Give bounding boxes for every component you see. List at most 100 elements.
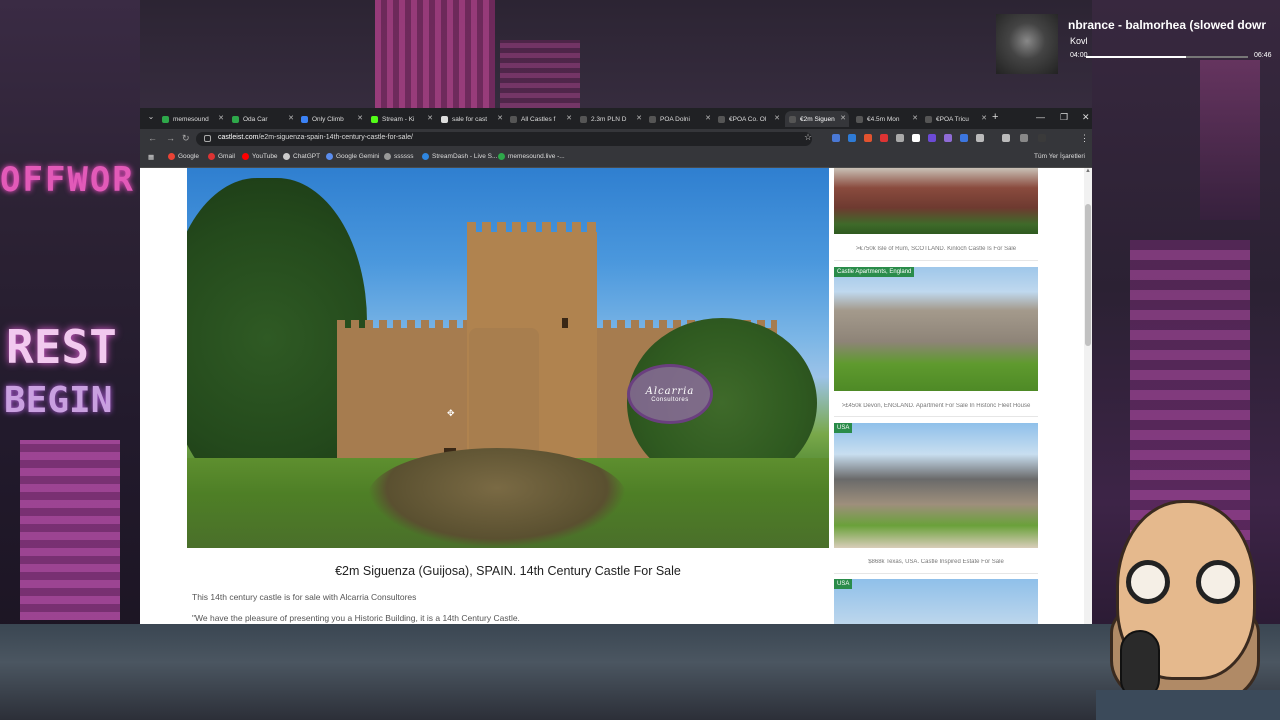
bookmark-ssssss[interactable]: ssssss xyxy=(384,153,414,160)
browser-tab[interactable]: Stream - Ki ✕ xyxy=(371,111,433,127)
url-host: castleist.com xyxy=(218,134,259,141)
reload-icon[interactable]: ↻ xyxy=(182,133,190,144)
tab-label: Only Climb xyxy=(312,115,344,123)
menu-kebab-icon[interactable]: ⋮ xyxy=(1080,133,1089,144)
close-tab-icon[interactable]: ✕ xyxy=(774,114,780,122)
bookmark-gemini[interactable]: Google Gemini xyxy=(326,153,379,160)
tab-search-icon[interactable]: ⌄ xyxy=(144,112,158,124)
listing-thumbnail[interactable] xyxy=(834,423,1038,548)
extensions-puzzle-icon[interactable] xyxy=(976,134,984,142)
bookmark-label: Google xyxy=(178,153,199,160)
tab-label: POA Dolni xyxy=(660,115,690,123)
now-playing-widget: nbrance - balmorhea (slowed dowr Kovl 04… xyxy=(996,14,1280,74)
extension-icon[interactable] xyxy=(864,134,872,142)
page-scrollbar[interactable]: ▲ xyxy=(1084,168,1092,624)
extension-icon[interactable] xyxy=(896,134,904,142)
close-tab-icon[interactable]: ✕ xyxy=(566,114,572,122)
scroll-up-icon[interactable]: ▲ xyxy=(1084,168,1092,176)
back-icon[interactable]: ← xyxy=(148,133,157,143)
browser-tab[interactable]: €4.5m Mon ✕ xyxy=(856,111,918,127)
tab-favicon xyxy=(580,115,587,123)
tab-label: All Castles f xyxy=(521,115,556,123)
site-info-icon[interactable] xyxy=(204,135,211,142)
close-tab-icon[interactable]: ✕ xyxy=(912,114,918,122)
address-bar[interactable]: castleist.com/e2m-siguenza-spain-14th-ce… xyxy=(196,132,812,146)
watermark-subtext: Consultores xyxy=(651,396,689,403)
bookmark-memesound[interactable]: memesound.live -... xyxy=(498,153,565,160)
listing-thumbnail[interactable] xyxy=(834,267,1038,391)
bookmark-google[interactable]: Google xyxy=(168,153,199,160)
background-neon-panel xyxy=(20,440,120,620)
minimize-icon[interactable]: — xyxy=(1036,112,1045,122)
bookmark-gmail[interactable]: Gmail xyxy=(208,153,235,160)
maximize-icon[interactable]: ❐ xyxy=(1060,112,1068,123)
listing-caption[interactable]: >£450k Devon, ENGLAND. Apartment For Sal… xyxy=(834,403,1038,409)
extension-icon[interactable] xyxy=(944,134,952,142)
all-bookmarks-folder[interactable]: Tüm Yer İşaretleri xyxy=(1034,153,1085,160)
listing-card[interactable]: >€750k Isle of Rum, SCOTLAND. Kinloch Ca… xyxy=(834,168,1038,258)
bookmark-youtube[interactable]: YouTube xyxy=(242,153,278,160)
extension-icon[interactable] xyxy=(848,134,856,142)
bookmark-chatgpt[interactable]: ChatGPT xyxy=(283,153,320,160)
browser-tab-active[interactable]: €2m Siguen ✕ xyxy=(785,111,849,127)
downloads-icon[interactable] xyxy=(1020,134,1028,142)
extension-icon[interactable] xyxy=(832,134,840,142)
profile-avatar[interactable] xyxy=(1038,134,1046,142)
close-tab-icon[interactable]: ✕ xyxy=(427,114,433,122)
tab-favicon xyxy=(718,115,725,123)
listing-caption[interactable]: $868k Texas, USA. Castle Inspired Estate… xyxy=(834,559,1038,565)
close-tab-icon[interactable]: ✕ xyxy=(840,114,846,122)
tab-favicon xyxy=(856,115,863,123)
tab-label: €2m Siguen xyxy=(800,115,835,123)
close-tab-icon[interactable]: ✕ xyxy=(497,114,503,122)
listing-card[interactable]: USA $868k Texas, USA. Castle Inspired Es… xyxy=(834,423,1038,573)
browser-tab[interactable]: All Castles f ✕ xyxy=(510,111,572,127)
extension-icon[interactable] xyxy=(880,134,888,142)
listing-thumbnail[interactable] xyxy=(834,168,1038,234)
close-tab-icon[interactable]: ✕ xyxy=(218,114,224,122)
browser-tab[interactable]: POA Dolni ✕ xyxy=(649,111,711,127)
track-time-total: 06:46 xyxy=(1254,52,1272,59)
browser-tab[interactable]: €POA Tricu ✕ xyxy=(925,111,987,127)
close-window-icon[interactable]: ✕ xyxy=(1082,112,1090,123)
watermark-text: Alcarria xyxy=(645,385,695,397)
bookmark-star-icon[interactable]: ☆ xyxy=(804,132,812,143)
extension-icon[interactable] xyxy=(960,134,968,142)
listing-card[interactable]: USA xyxy=(834,579,1038,624)
stream-background-bottom xyxy=(0,624,1280,720)
memesound-icon xyxy=(498,153,505,160)
tab-favicon xyxy=(925,115,932,123)
bookmark-streamdash[interactable]: StreamDash - Live S... xyxy=(422,153,497,160)
listing-tag: USA xyxy=(834,423,853,433)
listing-caption[interactable]: >€750k Isle of Rum, SCOTLAND. Kinloch Ca… xyxy=(834,246,1038,252)
bookmark-label: ChatGPT xyxy=(293,153,321,160)
close-tab-icon[interactable]: ✕ xyxy=(288,114,294,122)
browser-tab[interactable]: Only Climb ✕ xyxy=(301,111,363,127)
close-tab-icon[interactable]: ✕ xyxy=(357,114,363,122)
browser-tab[interactable]: sale for cast ✕ xyxy=(441,111,503,127)
browser-tab[interactable]: Oda Car ✕ xyxy=(232,111,294,127)
background-building xyxy=(1200,60,1260,220)
castle-hero-image[interactable]: Alcarria Consultores ✥ xyxy=(187,168,829,548)
forward-icon[interactable]: → xyxy=(166,133,175,143)
close-tab-icon[interactable]: ✕ xyxy=(636,114,642,122)
avatar-glasses xyxy=(1196,560,1240,604)
browser-tab[interactable]: 2.3m PLN D ✕ xyxy=(580,111,642,127)
track-progress-fill xyxy=(1086,56,1187,58)
scrollbar-thumb[interactable] xyxy=(1085,204,1091,346)
extension-icon[interactable] xyxy=(928,134,936,142)
side-panel-icon[interactable] xyxy=(1002,134,1010,142)
browser-tab[interactable]: €POA Co. Ol ✕ xyxy=(718,111,780,127)
new-tab-button[interactable]: + xyxy=(992,111,998,123)
listing-card[interactable]: Castle Apartments, England >£450k Devon,… xyxy=(834,267,1038,417)
browser-tab[interactable]: memesound ✕ xyxy=(162,111,224,127)
listing-thumbnail[interactable] xyxy=(834,579,1038,624)
apps-grid-icon[interactable]: ▦ xyxy=(148,153,154,161)
divider xyxy=(834,260,1038,261)
bookmark-label: ssssss xyxy=(394,153,414,160)
extension-icon[interactable] xyxy=(912,134,920,142)
tab-favicon xyxy=(301,115,308,123)
browser-toolbar: ← → ↻ castleist.com/e2m-siguenza-spain-1… xyxy=(140,129,1092,148)
close-tab-icon[interactable]: ✕ xyxy=(705,114,711,122)
close-tab-icon[interactable]: ✕ xyxy=(981,114,987,122)
